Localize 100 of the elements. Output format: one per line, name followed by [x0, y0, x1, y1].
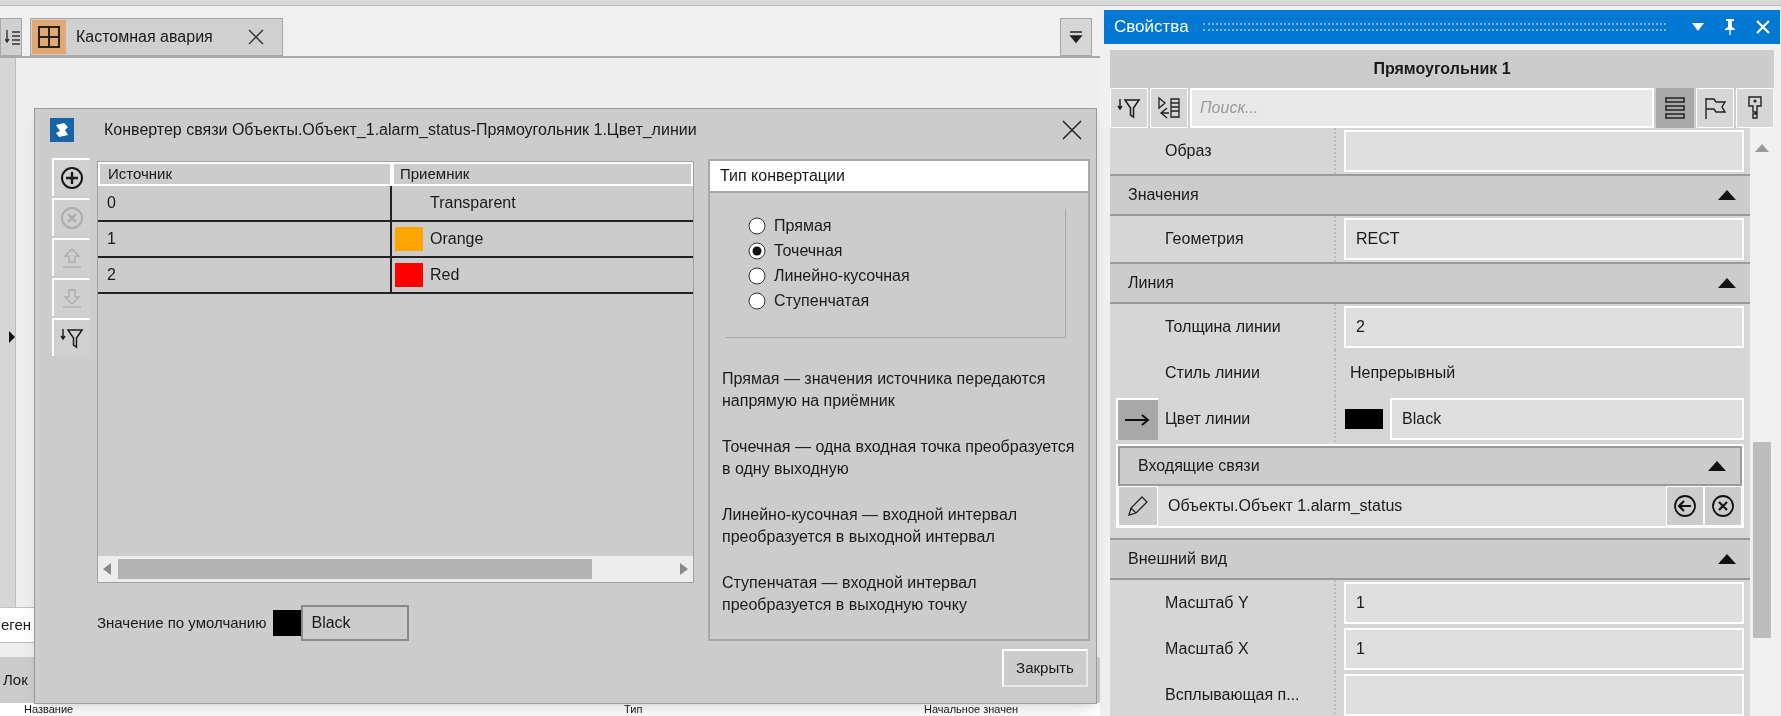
property-field[interactable]: 1 — [1344, 582, 1744, 624]
list-sort-button[interactable] — [0, 18, 22, 56]
description-text: Ступенчатая — входной интервал преобразуется в выходную точку — [722, 573, 978, 615]
collapse-icon[interactable] — [1718, 190, 1736, 200]
remove-link-button[interactable] — [1704, 486, 1742, 526]
grip-handle[interactable] — [1202, 23, 1666, 31]
scrollbar-thumb[interactable] — [118, 559, 592, 579]
collapse-icon[interactable] — [1708, 461, 1726, 471]
column-header[interactable]: Приемник — [394, 164, 691, 184]
group-title: Тип конвертации — [710, 161, 1088, 193]
list-icon — [1665, 97, 1685, 119]
collapse-icon[interactable] — [1718, 278, 1736, 288]
radio-button[interactable] — [748, 241, 766, 260]
radio-button[interactable] — [748, 266, 766, 285]
table-cell-text: Transparent — [429, 193, 517, 213]
flag-icon — [1704, 97, 1726, 119]
default-value-field[interactable]: Black — [301, 605, 410, 641]
panel-title: Свойства — [1114, 16, 1189, 39]
table-cell: 1 — [98, 222, 392, 256]
move-up-icon — [60, 246, 84, 270]
table-cell: Orange — [392, 222, 693, 256]
column-header: Название — [24, 703, 75, 716]
binding-button[interactable] — [1116, 398, 1158, 440]
list-view-button[interactable] — [1656, 88, 1694, 128]
dropdown-icon — [1069, 30, 1083, 44]
dropdown-icon[interactable] — [1692, 23, 1704, 31]
section-header[interactable]: Линия — [1110, 262, 1750, 304]
section-header[interactable]: Входящие связи — [1118, 446, 1742, 486]
expand-arrow-icon[interactable] — [9, 330, 15, 343]
table-cell: 2 — [98, 258, 392, 292]
radio-option[interactable]: Линейно-кусочная — [748, 265, 1065, 286]
description-text: Прямая — значения источника передаются напрямую на приёмник — [722, 369, 1047, 411]
property-label: Образ — [1165, 141, 1212, 161]
document-tab[interactable]: Кастомная авария — [30, 18, 283, 56]
property-label: Толщина линии — [1165, 317, 1281, 337]
description-text: Точечная — одна входная точка преобразуется в одну выходную — [722, 437, 1076, 479]
flag-button[interactable] — [1696, 88, 1734, 128]
close-icon[interactable] — [1062, 120, 1082, 140]
filter-icon — [60, 326, 84, 350]
overflow-button[interactable] — [1060, 18, 1092, 56]
property-label: Масштаб X — [1165, 639, 1249, 659]
sort-button[interactable] — [52, 318, 90, 356]
add-icon — [60, 166, 84, 190]
categorize-button[interactable] — [1150, 88, 1188, 128]
pin-icon[interactable] — [1724, 19, 1736, 35]
radio-option[interactable]: Ступенчатая — [748, 290, 1065, 311]
property-label: Геометрия — [1165, 229, 1244, 249]
move-down-icon — [60, 286, 84, 310]
scroll-right-icon[interactable] — [680, 563, 688, 575]
property-label: Масштаб Y — [1165, 593, 1249, 613]
scrollbar-thumb[interactable] — [1753, 442, 1771, 638]
property-field[interactable] — [1344, 130, 1744, 172]
close-button[interactable]: Закрыть — [1002, 649, 1088, 687]
list-icon — [5, 28, 21, 46]
radio-option[interactable]: Точечная — [748, 240, 1065, 261]
goto-source-button[interactable] — [1666, 486, 1704, 526]
grid-icon — [32, 20, 66, 54]
description-text: Линейно-кусочная — входной интервал преобразуется в выходной интервал — [722, 505, 1019, 547]
tab-label: Кастомная авария — [76, 27, 213, 47]
remove-icon — [1711, 494, 1735, 518]
arrow-right-icon — [1125, 414, 1151, 426]
property-field[interactable]: Black — [1390, 398, 1744, 440]
property-label: Всплывающая п... — [1165, 685, 1300, 705]
search-field[interactable]: Поиск... — [1190, 88, 1654, 128]
radio-button[interactable] — [748, 291, 766, 310]
app-icon — [50, 118, 74, 142]
column-header[interactable]: Источник — [100, 164, 390, 184]
column-header: Начальное значен — [924, 703, 1019, 716]
sort-button[interactable] — [1110, 88, 1148, 128]
property-field[interactable] — [1344, 674, 1744, 716]
property-value: Непрерывный — [1350, 363, 1456, 383]
collapse-icon[interactable] — [1718, 554, 1736, 564]
panel-tab[interactable]: Лок — [0, 668, 28, 692]
filter-icon — [1117, 96, 1141, 120]
arrow-left-circle-icon — [1673, 494, 1697, 518]
property-field[interactable]: 2 — [1344, 306, 1744, 348]
radio-button[interactable] — [748, 216, 766, 235]
property-label: Цвет линии — [1165, 409, 1251, 429]
arrows-list-icon — [1157, 96, 1181, 120]
close-icon[interactable] — [248, 29, 264, 45]
dialog-title: Конвертер связи Объекты.Объект_1.alarm_status-Прямоугольник 1.Цвет_линии — [104, 120, 697, 140]
key-icon — [1747, 96, 1763, 120]
property-label: Стиль линии — [1165, 363, 1260, 383]
property-field[interactable]: RECT — [1344, 218, 1744, 260]
key-button[interactable] — [1736, 88, 1774, 128]
section-header[interactable]: Значения — [1110, 174, 1750, 216]
pencil-icon — [1127, 495, 1149, 517]
remove-icon — [60, 206, 84, 230]
section-header[interactable]: Внешний вид — [1110, 538, 1750, 580]
default-value-label: Значение по умолчанию — [97, 612, 267, 633]
table-cell: 0 — [98, 186, 392, 220]
column-header: Тип — [624, 703, 644, 716]
table-cell: Red — [392, 258, 693, 292]
object-header: Прямоугольник 1 — [1110, 50, 1774, 88]
link-field[interactable]: Объекты.Объект 1.alarm_status — [1158, 486, 1666, 526]
property-field[interactable]: 1 — [1344, 628, 1744, 670]
radio-option[interactable]: Прямая — [748, 215, 1065, 236]
add-button[interactable] — [52, 158, 90, 196]
edit-button[interactable] — [1118, 486, 1158, 526]
scroll-left-icon[interactable] — [103, 563, 111, 575]
